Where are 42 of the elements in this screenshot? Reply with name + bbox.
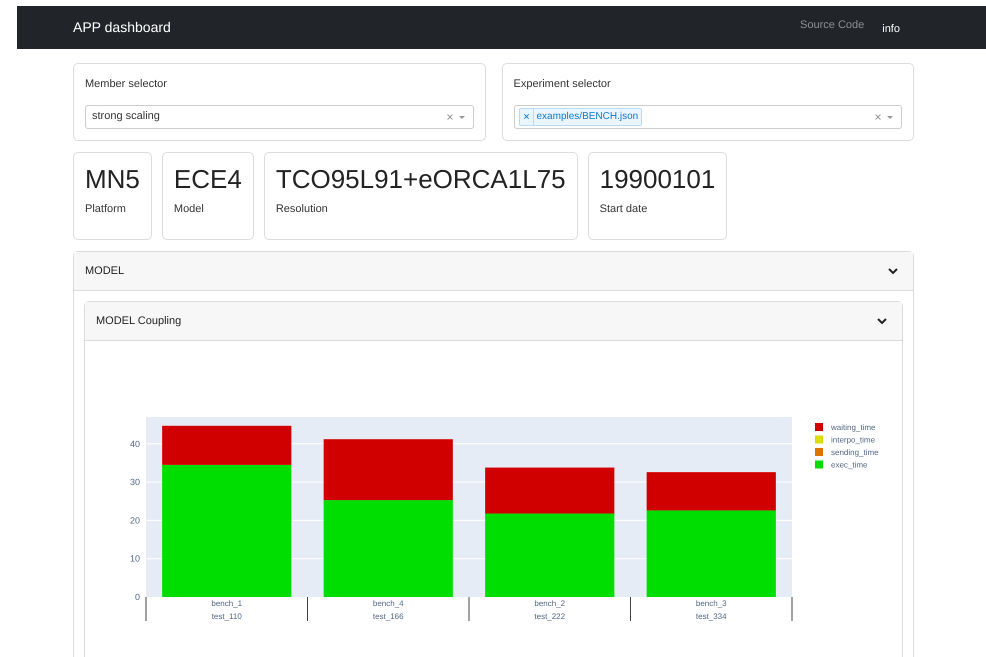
x-tick-label: test_334 xyxy=(696,612,727,621)
x-tick-label: bench_2 xyxy=(534,599,566,608)
y-tick-label: 20 xyxy=(130,515,140,526)
tag-label: examples/BENCH.json xyxy=(536,110,640,124)
nav-link[interactable]: Source Code xyxy=(800,17,864,34)
nav-link[interactable]: info xyxy=(882,21,900,38)
legend-label: interpo_time xyxy=(831,436,876,444)
brand-title[interactable]: APP dashboard xyxy=(73,17,171,38)
y-tick-label: 40 xyxy=(130,438,140,449)
dropdown-field[interactable]: examples/BENCH.json xyxy=(514,104,902,128)
y-tick-label: 10 xyxy=(130,554,140,564)
accordion-header[interactable]: MODEL Coupling xyxy=(85,302,902,341)
info-value: TCO95L91+eORCA1L75 xyxy=(276,162,566,194)
info-label: Resolution xyxy=(276,202,329,216)
info-value: ECE4 xyxy=(174,162,242,194)
x-tick-label: test_110 xyxy=(212,612,242,621)
x-tick-label: bench_1 xyxy=(211,599,242,608)
accordion-title: MODEL xyxy=(85,264,124,279)
legend-label: sending_time xyxy=(831,448,879,457)
info-value: MN5 xyxy=(85,162,140,194)
y-tick-label: 0 xyxy=(134,592,140,602)
selected-value: strong scaling xyxy=(91,109,160,124)
accordion-title: MODEL Coupling xyxy=(96,314,182,329)
info-label: Start date xyxy=(600,202,648,216)
legend-label: waiting_time xyxy=(831,423,876,432)
x-tick-label: bench_3 xyxy=(696,599,727,608)
info-label: Platform xyxy=(85,202,127,216)
x-tick-label: test_222 xyxy=(534,612,566,621)
accordion-header[interactable]: MODEL xyxy=(74,252,913,291)
info-value: 19900101 xyxy=(600,162,716,194)
clear-icon[interactable] xyxy=(874,112,882,120)
remove-tag-icon[interactable] xyxy=(522,113,530,120)
selector-label: Member selector xyxy=(85,77,168,92)
x-tick-label: test_166 xyxy=(372,612,404,621)
selector-label: Experiment selector xyxy=(514,77,612,92)
x-tick-label: bench_4 xyxy=(372,599,404,608)
clear-icon[interactable] xyxy=(446,112,454,120)
selected-tag[interactable]: examples/BENCH.json xyxy=(518,108,642,126)
info-label: Model xyxy=(174,202,205,216)
y-tick-label: 30 xyxy=(130,477,140,488)
dropdown-field[interactable]: strong scaling xyxy=(85,104,474,128)
legend-label: exec_time xyxy=(831,460,868,470)
